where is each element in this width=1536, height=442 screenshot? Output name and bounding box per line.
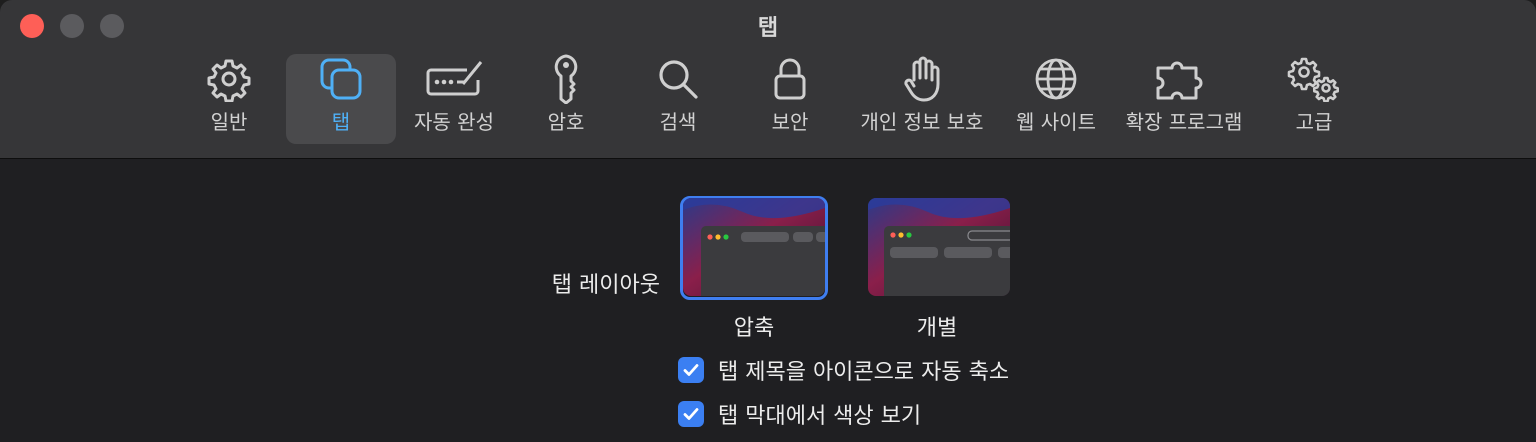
toolbar-item-websites[interactable]: 웹 사이트	[1010, 54, 1102, 144]
checkmark-icon	[683, 408, 699, 420]
toolbar-label-websites: 웹 사이트	[1016, 110, 1096, 134]
toolbar-label-autofill: 자동 완성	[414, 110, 494, 134]
toolbar-item-privacy[interactable]: 개인 정보 보호	[854, 54, 990, 144]
autofill-icon	[408, 54, 500, 104]
toolbar-label-passwords: 암호	[547, 110, 585, 134]
auto-shrink-checkbox[interactable]	[678, 357, 704, 383]
show-color-label: 탭 막대에서 색상 보기	[718, 404, 922, 429]
toolbar-label-general: 일반	[210, 110, 248, 134]
toolbar-label-extensions: 확장 프로그램	[1125, 110, 1243, 134]
auto-shrink-tab-titles-option[interactable]: 탭 제목을 아이콘으로 자동 축소	[678, 354, 1009, 386]
toolbar-item-autofill[interactable]: 자동 완성	[408, 54, 500, 144]
search-icon	[638, 54, 718, 104]
globe-icon	[1010, 54, 1102, 104]
tab-layout-label: 탭 레이아웃	[551, 273, 660, 298]
window-title: 탭	[757, 16, 779, 41]
gear-icon	[188, 54, 270, 104]
tab-layout-option-separate-label: 개별	[916, 316, 958, 341]
titlebar: 탭 일반 탭 자동 완성 암호 검색 보안 개인 정보 보호 웹 사이트 확장 …	[0, 0, 1536, 159]
toolbar-label-search: 검색	[659, 110, 697, 134]
key-icon	[528, 54, 604, 104]
puzzle-icon	[1118, 54, 1250, 104]
toolbar-item-passwords[interactable]: 암호	[528, 54, 604, 144]
tab-layout-option-compact[interactable]	[683, 198, 825, 296]
toolbar-label-advanced: 고급	[1295, 110, 1333, 134]
gears-icon	[1276, 54, 1352, 104]
toolbar-item-extensions[interactable]: 확장 프로그램	[1118, 54, 1250, 144]
tab-layout-option-compact-label: 압축	[733, 316, 775, 341]
tabs-icon	[286, 54, 396, 104]
toolbar-label-tabs: 탭	[331, 110, 351, 134]
auto-shrink-label: 탭 제목을 아이콘으로 자동 축소	[718, 360, 1010, 385]
toolbar-label-security: 보안	[771, 110, 809, 134]
toolbar-item-tabs[interactable]: 탭	[286, 54, 396, 144]
toolbar-item-general[interactable]: 일반	[188, 54, 270, 144]
toolbar-item-security[interactable]: 보안	[752, 54, 828, 144]
hand-icon	[854, 54, 990, 104]
show-color-checkbox[interactable]	[678, 401, 704, 427]
toolbar-item-search[interactable]: 검색	[638, 54, 718, 144]
toolbar-item-advanced[interactable]: 고급	[1276, 54, 1352, 144]
checkmark-icon	[683, 364, 699, 376]
show-color-in-tab-bar-option[interactable]: 탭 막대에서 색상 보기	[678, 398, 921, 430]
tab-layout-option-separate[interactable]	[868, 198, 1010, 296]
preferences-window: 탭 일반 탭 자동 완성 암호 검색 보안 개인 정보 보호 웹 사이트 확장 …	[0, 0, 1536, 442]
lock-icon	[752, 54, 828, 104]
toolbar-label-privacy: 개인 정보 보호	[860, 110, 984, 134]
